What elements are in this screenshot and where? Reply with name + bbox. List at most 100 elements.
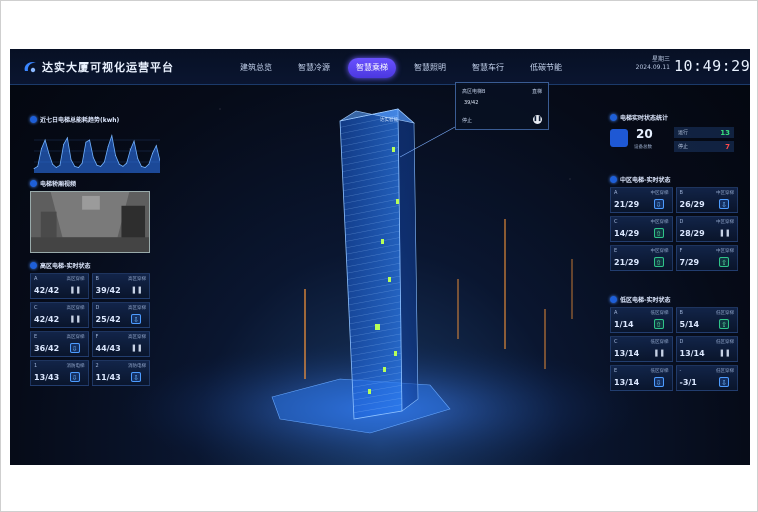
elevator-card[interactable]: F 高区穿梯 44/43 ❚❚: [91, 331, 150, 357]
mid-zone-icon: [610, 176, 617, 183]
elevator-card[interactable]: B 高区穿梯 39/42 ❚❚: [91, 273, 150, 299]
arrow-down-icon: ⇩: [653, 199, 664, 209]
chart-point: [129, 149, 131, 151]
chart-line: [33, 134, 160, 169]
elevator-card[interactable]: B 中区穿梯 26/29 ⇩: [675, 187, 738, 213]
arrow-down-icon: ⇩: [131, 314, 141, 324]
pause-icon: ❚❚: [69, 286, 82, 294]
arrow-up-icon: ⇧: [653, 228, 664, 238]
total-devices: 20: [636, 127, 653, 141]
elevator-card[interactable]: 1 消防电梯 13/43 ⇩: [30, 360, 89, 386]
elevator-floor: 36/42: [34, 344, 60, 353]
elevator-floor: -3/1: [679, 378, 697, 387]
status-stats-title: 电梯实时状态统计: [610, 113, 668, 122]
chart-point: [107, 146, 109, 147]
elevator-zone: 高区穿梯: [66, 335, 85, 340]
elevator-id: E: [614, 368, 618, 374]
chart-point: [111, 135, 113, 136]
elevator-card[interactable]: E 高区穿梯 36/42 ⇩: [30, 331, 89, 357]
nav-smart-parking[interactable]: 智慧车行: [464, 58, 512, 78]
elevator-floor: 5/14: [679, 320, 700, 329]
elevator-zone: 高区穿梯: [66, 306, 85, 311]
stopped-count: 7: [725, 142, 730, 151]
low-zone-title-text: 低区电梯-实时状态: [620, 297, 671, 304]
elevator-card[interactable]: A 中区穿梯 21/29 ⇩: [610, 187, 673, 213]
chart-point: [141, 166, 142, 167]
low-zone-grid: A 低区穿梯 1/14 ⇧ B 低区穿梯 5/14 ⇧ C 低区穿梯 13/14 ❚❚ D 低区穿梯 13/…: [610, 307, 738, 391]
chart-point: [74, 166, 76, 167]
dashboard-screen: 达实智能 达实大厦可视化运营平台 建筑总览 智慧冷源 智慧乘梯 智慧照明 智慧车…: [10, 49, 750, 465]
chart-point: [44, 139, 46, 141]
elevator-zone: 高区穿梯: [128, 306, 146, 311]
elevator-id: C: [614, 339, 618, 345]
elevator-card[interactable]: C 中区穿梯 14/29 ⇧: [610, 216, 673, 242]
elevator-card[interactable]: C 低区穿梯 13/14 ❚❚: [610, 336, 673, 362]
elevator-card[interactable]: F 中区穿梯 7/29 ⇧: [675, 245, 738, 271]
elevator-card[interactable]: A 低区穿梯 1/14 ⇧: [610, 307, 673, 333]
chart-point: [155, 145, 157, 146]
elevator-card[interactable]: D 中区穿梯 28/29 ❚❚: [675, 216, 738, 242]
chart-point: [81, 162, 83, 164]
elevator-floor: 39/42: [95, 286, 121, 295]
chart-point: [59, 164, 61, 166]
elevator-zone: 低区穿梯: [650, 340, 669, 345]
chart-point: [41, 148, 42, 150]
elevator-floor: 13/43: [34, 373, 60, 382]
elevator-card[interactable]: A 高区穿梯 42/42 ❚❚: [30, 273, 89, 299]
nav-smart-cooling[interactable]: 智慧冷源: [290, 58, 338, 78]
pause-icon[interactable]: ❚❚: [533, 115, 542, 124]
elevator-id: A: [614, 310, 618, 316]
pause-icon: ❚❚: [69, 315, 82, 323]
clock: 10:49:29: [674, 57, 750, 75]
energy-chart: [33, 134, 160, 173]
high-zone-icon: [30, 262, 37, 269]
chart-point: [104, 161, 105, 163]
arrow-down-icon: ⇩: [131, 372, 141, 382]
elevator-card[interactable]: E 中区穿梯 21/29 ⇧: [610, 245, 673, 271]
elevator-floor: 21/29: [614, 200, 640, 209]
arrow-down-icon: ⇩: [69, 372, 80, 382]
popup-status: 停止: [462, 118, 473, 124]
screenshot-frame: 达实智能 达实大厦可视化运营平台 建筑总览 智慧冷源 智慧乘梯 智慧照明 智慧车…: [0, 0, 758, 512]
elevator-floor: 13/14: [679, 349, 705, 358]
elevator-device-icon: [610, 129, 628, 147]
mid-zone-title: 中区电梯-实时状态: [610, 175, 671, 184]
chart-point: [118, 163, 120, 165]
elevator-card[interactable]: E 低区穿梯 13/14 ⇩: [610, 365, 673, 391]
video-title-text: 电梯轿厢视频: [40, 181, 77, 188]
arrow-down-icon: ⇩: [653, 377, 664, 387]
arrow-up-icon: ⇧: [653, 319, 664, 329]
popup-elevator-name: 高区电梯B: [462, 89, 486, 95]
arrow-up-icon: ⇧: [653, 257, 664, 267]
nav-low-carbon[interactable]: 低碳节能: [522, 58, 570, 78]
elevator-card[interactable]: B 低区穿梯 5/14 ⇧: [675, 307, 738, 333]
elevator-card[interactable]: 2 消防电梯 11/43 ⇩: [91, 360, 150, 386]
nav-smart-lighting[interactable]: 智慧照明: [406, 58, 454, 78]
elevator-card[interactable]: D 高区穿梯 25/42 ⇩: [91, 302, 150, 328]
stopped-row: 停止 7: [674, 141, 734, 152]
elevator-floor: 1/14: [614, 320, 634, 329]
elevator-card[interactable]: - 低区穿梯 -3/1 ⇩: [675, 365, 738, 391]
status-stats-title-text: 电梯实时状态统计: [620, 115, 669, 122]
elevator-floor: 11/43: [95, 373, 121, 382]
nav-smart-elevator[interactable]: 智慧乘梯: [348, 58, 396, 78]
nav-building-overview[interactable]: 建筑总览: [232, 58, 280, 78]
elevator-camera-feed[interactable]: [30, 191, 150, 253]
pause-icon: ❚❚: [719, 349, 731, 357]
logo-icon: [24, 62, 36, 73]
elevator-card[interactable]: D 低区穿梯 13/14 ❚❚: [675, 336, 738, 362]
elevator-id: E: [614, 248, 618, 254]
elevator-zone: 中区穿梯: [716, 249, 734, 254]
chart-point: [92, 157, 94, 158]
elevator-id: C: [34, 305, 38, 311]
low-zone-icon: [610, 296, 617, 303]
elevator-zone: 高区穿梯: [128, 277, 146, 282]
chart-point: [133, 140, 135, 142]
elevator-popup[interactable]: 高区电梯B 直梯 39/42 停止 ❚❚: [455, 82, 549, 130]
status-stats: 20 设备总数 运行 13 停止 7: [610, 127, 742, 159]
building-label: 达实智能: [380, 116, 398, 123]
chart-point: [85, 141, 87, 143]
elevator-card[interactable]: C 高区穿梯 42/42 ❚❚: [30, 302, 89, 328]
energy-chart-title-text: 近七日电梯总能耗趋势(kwh): [40, 117, 120, 124]
elevator-zone: 低区穿梯: [716, 340, 734, 345]
